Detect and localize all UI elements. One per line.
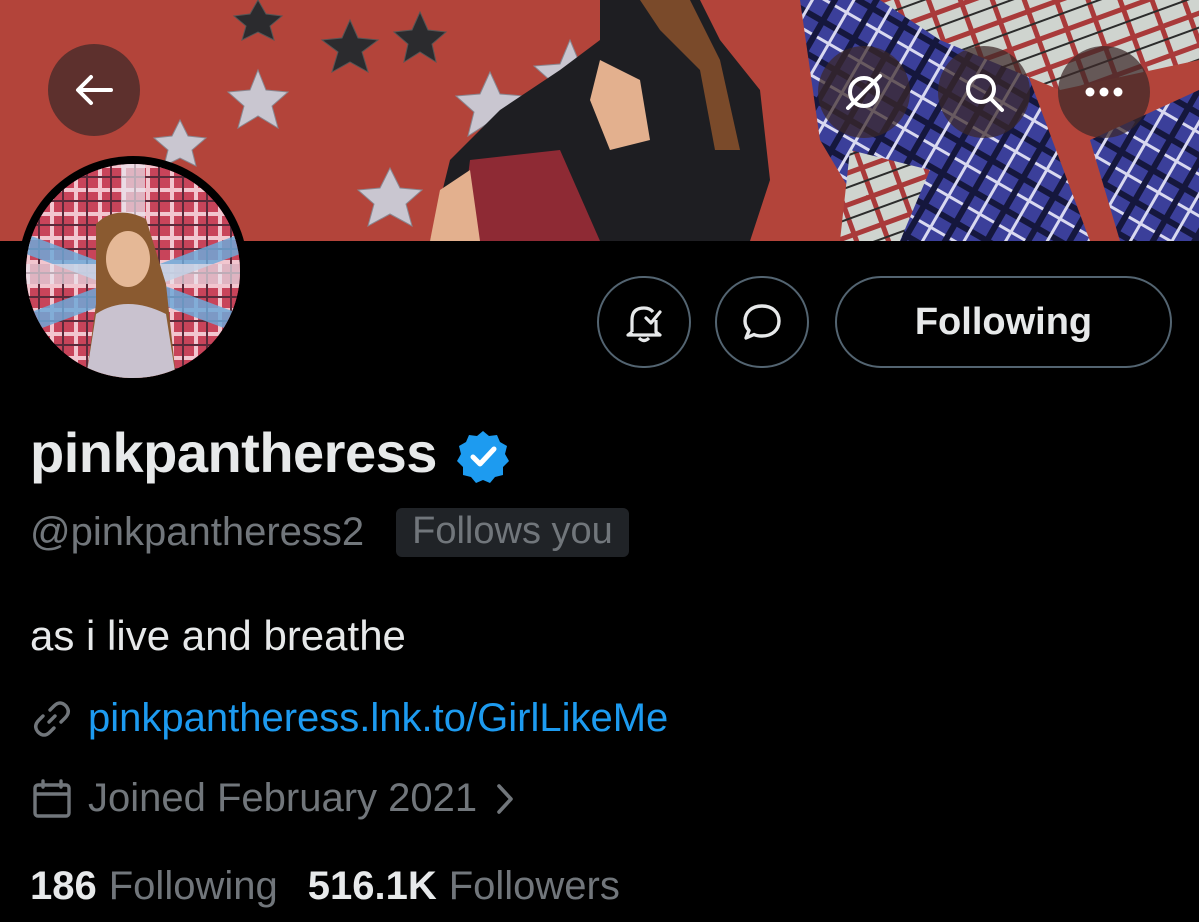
joined-row[interactable]: Joined February 2021 <box>30 776 515 821</box>
following-button-label: Following <box>914 300 1093 343</box>
followers-count: 516.1K <box>307 864 437 908</box>
link-icon <box>34 700 70 737</box>
verified-badge-icon[interactable] <box>455 428 511 484</box>
handle-row: @pinkpantheress2 Follows you <box>30 508 629 557</box>
grok-icon <box>846 74 882 110</box>
stats-row: 186 Following 516.1K Followers <box>30 864 620 909</box>
search-button[interactable] <box>938 46 1030 138</box>
follows-you-badge: Follows you <box>396 508 629 557</box>
arrow-left-icon <box>76 75 113 105</box>
website-row: pinkpantheress.lnk.to/GirlLikeMe <box>30 696 668 741</box>
website-link[interactable]: pinkpantheress.lnk.to/GirlLikeMe <box>88 696 668 741</box>
chevron-right-icon <box>497 783 513 814</box>
following-button[interactable]: Following <box>835 276 1172 368</box>
joined-date: Joined February 2021 <box>88 776 478 820</box>
following-count: 186 <box>30 864 97 908</box>
display-name: pinkpantheress <box>30 421 437 484</box>
grok-button[interactable] <box>818 46 910 138</box>
avatar-image <box>26 164 240 378</box>
following-count-link[interactable]: 186 Following <box>30 864 278 909</box>
following-label: Following <box>108 864 278 908</box>
profile-bio: as i live and breathe <box>30 612 406 659</box>
avatar[interactable] <box>18 156 248 386</box>
bell-check-icon <box>626 306 662 343</box>
followers-label: Followers <box>448 864 620 908</box>
message-bubble-icon <box>743 304 781 340</box>
message-button[interactable] <box>715 276 809 368</box>
user-handle: @pinkpantheress2 <box>30 510 365 554</box>
more-button[interactable] <box>1058 46 1150 138</box>
notifications-button[interactable] <box>597 276 691 368</box>
name-row: pinkpantheress <box>30 420 511 485</box>
followers-count-link[interactable]: 516.1K Followers <box>308 864 620 909</box>
more-dots-icon <box>1085 87 1123 97</box>
search-icon <box>966 74 1004 112</box>
profile-page: Following pinkpantheress @pinkpantheress… <box>0 0 1199 922</box>
back-button[interactable] <box>48 44 140 136</box>
calendar-icon <box>33 778 71 818</box>
